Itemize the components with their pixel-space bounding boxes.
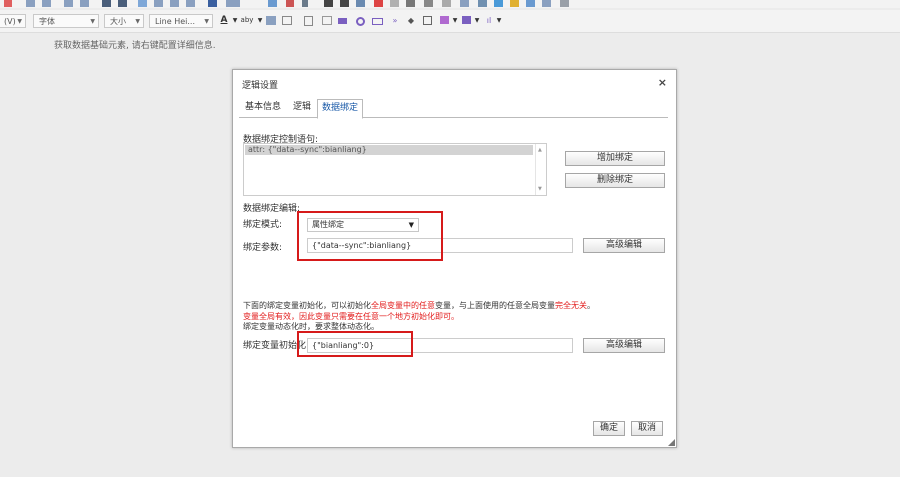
dialog-tabs: 基本信息 逻辑 数据绑定	[239, 99, 668, 119]
format-icon[interactable]	[4, 0, 12, 7]
binding-mode-label: 绑定模式:	[243, 220, 283, 230]
chevron-down-icon[interactable]: ▼	[450, 16, 460, 25]
chevron-down-icon: ▼	[90, 18, 95, 25]
preview-icon[interactable]	[282, 16, 292, 25]
editor-toolbar-top	[0, 0, 900, 8]
image-icon[interactable]	[324, 0, 333, 7]
dialog-title: 逻辑设置	[242, 81, 279, 91]
note-highlight: 全局变量中的任意	[371, 301, 435, 310]
line-height-select[interactable]: Line Hei... ▼	[149, 14, 213, 28]
box-icon[interactable]	[322, 16, 332, 25]
align-left-icon[interactable]	[138, 0, 147, 7]
advanced-edit-button[interactable]: 高级编辑	[583, 238, 665, 253]
unlink-icon[interactable]	[286, 0, 294, 7]
advanced-edit-button-2[interactable]: 高级编辑	[583, 338, 665, 353]
binding-params-label: 绑定参数:	[243, 243, 283, 253]
code-icon[interactable]	[374, 0, 383, 7]
chevron-down-icon: ▼	[17, 18, 22, 25]
font-size-select[interactable]: 大小 ▼	[104, 14, 144, 28]
list-item[interactable]: attr: {"data--sync":bianliang}	[245, 145, 533, 155]
indent-icon[interactable]	[80, 0, 89, 7]
chevron-down-icon[interactable]: ▼	[255, 16, 265, 25]
undo-icon[interactable]	[526, 0, 535, 7]
anchor-icon[interactable]	[494, 0, 503, 7]
table-icon[interactable]	[462, 16, 471, 24]
note-text: 。	[587, 301, 595, 310]
align-justify-icon[interactable]	[186, 0, 195, 7]
tab-data-binding[interactable]: 数据绑定	[317, 99, 364, 119]
chart-icon[interactable]	[424, 0, 433, 7]
close-icon[interactable]: ×	[658, 76, 667, 89]
checkbox-icon[interactable]	[423, 16, 432, 25]
align-right-icon[interactable]	[170, 0, 179, 7]
circle-icon[interactable]	[356, 17, 365, 26]
indent-icon[interactable]	[64, 0, 73, 7]
paragraph-select-label: (V)	[4, 17, 16, 26]
highlight-box-init	[297, 331, 413, 357]
map-icon[interactable]	[356, 0, 365, 7]
scroll-up-icon[interactable]: ▲	[538, 147, 542, 153]
grid-icon[interactable]	[440, 16, 449, 24]
video-icon[interactable]	[340, 0, 349, 7]
chart-icon[interactable]: ıl	[484, 16, 494, 25]
list-icon[interactable]	[26, 0, 35, 7]
delete-binding-button[interactable]: 删除绑定	[565, 173, 665, 188]
resize-handle[interactable]	[668, 439, 675, 446]
editor-toolbar: (V) ▼ 字体 ▼ 大小 ▼ Line Hei... ▼ A ▼ aby ▼ …	[0, 10, 900, 33]
tab-basic-info[interactable]: 基本信息	[241, 99, 285, 116]
binding-statements-list[interactable]: attr: {"data--sync":bianliang} ▲ ▼	[243, 143, 547, 196]
chart-icon[interactable]	[406, 0, 415, 7]
ok-button[interactable]: 确定	[593, 421, 625, 436]
hint-text: 获取数据基础元素, 请右键配置详细信息.	[54, 41, 216, 51]
bold-icon[interactable]	[118, 0, 127, 7]
note-text: 变量，与上面使用的任意全局变量	[435, 301, 555, 310]
highlight-icon[interactable]: aby	[240, 16, 254, 25]
quote-icon[interactable]	[102, 0, 111, 7]
binding-note-line1: 下面的绑定变量初始化，可以初始化全局变量中的任意变量，与上面使用的任意全局变量完…	[243, 300, 595, 311]
text-color-icon[interactable]	[208, 0, 217, 7]
chevron-down-icon[interactable]: ▼	[472, 16, 482, 25]
forward-icon[interactable]: »	[390, 16, 400, 25]
highlight-box-binding	[297, 211, 443, 261]
anchor-icon[interactable]	[302, 0, 308, 7]
font-color-icon[interactable]: A	[219, 16, 229, 25]
chevron-down-icon: ▼	[204, 18, 209, 25]
tab-logic[interactable]: 逻辑	[289, 99, 315, 116]
special-char-icon[interactable]	[478, 0, 487, 7]
paragraph-select[interactable]: (V) ▼	[0, 14, 26, 28]
document-icon[interactable]	[304, 16, 313, 26]
chevron-down-icon[interactable]: ▼	[230, 16, 240, 25]
fullscreen-icon[interactable]	[266, 16, 276, 25]
emoji-icon[interactable]	[510, 0, 519, 7]
add-binding-button[interactable]: 增加绑定	[565, 151, 665, 166]
font-size-label: 大小	[110, 17, 126, 26]
line-height-label: Line Hei...	[155, 17, 196, 26]
list-scrollbar[interactable]: ▲ ▼	[535, 144, 546, 195]
binding-edit-label: 数据绑定编辑:	[243, 204, 301, 214]
note-highlight: 完全无关	[555, 301, 587, 310]
note-text: 下面的绑定变量初始化，可以初始化	[243, 301, 371, 310]
special-char-icon[interactable]	[442, 0, 451, 7]
logic-settings-dialog: 逻辑设置 × 基本信息 逻辑 数据绑定 数据绑定控制语句: attr: {"da…	[232, 69, 677, 448]
block-icon[interactable]	[338, 18, 347, 24]
eye-icon[interactable]: ◆	[406, 16, 416, 25]
scroll-down-icon[interactable]: ▼	[538, 186, 542, 192]
eraser-icon[interactable]	[560, 0, 569, 7]
link-icon[interactable]	[268, 0, 277, 7]
chevron-down-icon: ▼	[135, 18, 140, 25]
redo-icon[interactable]	[542, 0, 551, 7]
input-icon[interactable]	[372, 18, 383, 25]
template-icon[interactable]	[390, 0, 399, 7]
template-icon[interactable]	[460, 0, 469, 7]
cancel-button[interactable]: 取消	[631, 421, 663, 436]
chevron-down-icon[interactable]: ▼	[494, 16, 504, 25]
font-family-select[interactable]: 字体 ▼	[33, 14, 99, 28]
list-icon[interactable]	[42, 0, 51, 7]
highlight-icon[interactable]	[226, 0, 240, 7]
font-family-label: 字体	[39, 17, 55, 26]
align-center-icon[interactable]	[154, 0, 163, 7]
